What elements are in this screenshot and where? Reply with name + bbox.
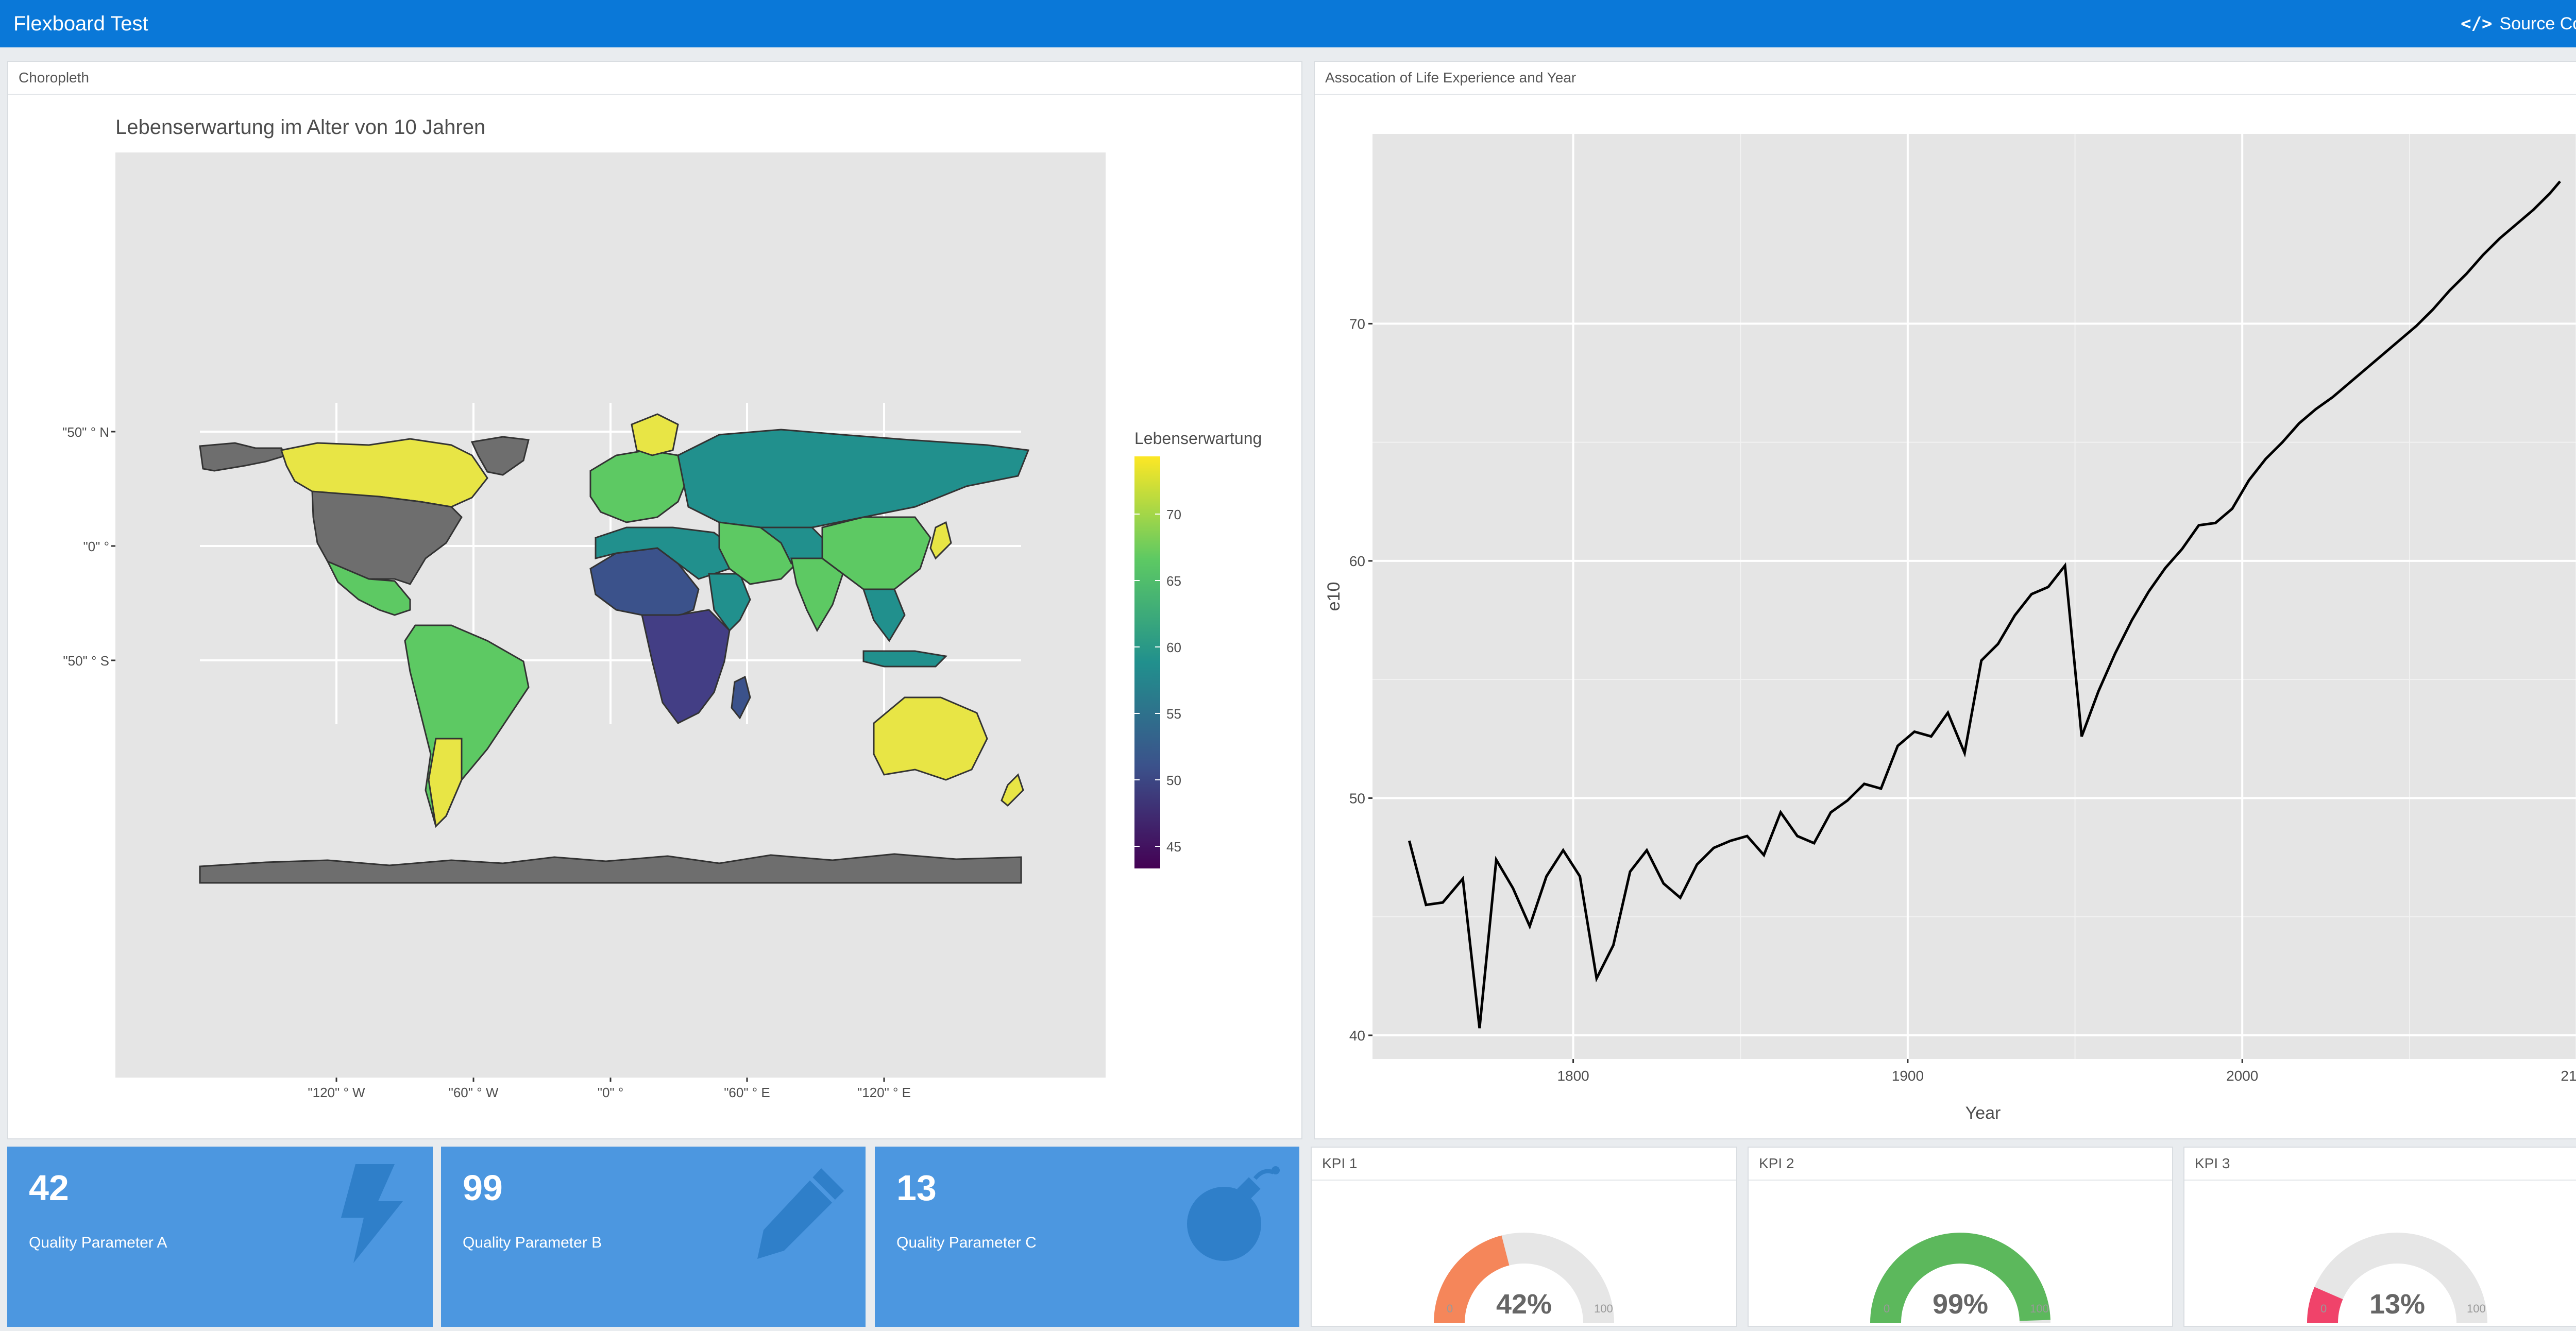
kpi-2-gauge: 99% — [1870, 1233, 2050, 1323]
x-tick-label: 2100 — [2561, 1068, 2576, 1084]
map-plot-title: Lebenserwartung im Alter von 10 Jahren — [115, 116, 485, 139]
choropleth-panel: Choropleth Lebenserwartung im Alter von … — [7, 61, 1302, 1139]
x-tick-label: 1800 — [1557, 1068, 1589, 1084]
kpi-header: KPI 1 — [1312, 1148, 1736, 1181]
legend-title: Lebenserwartung — [1134, 429, 1262, 448]
kpi-3-panel: KPI 3 13% 0 100 ✎ — [2183, 1147, 2576, 1327]
map-lon-tick: "120" ° W — [308, 1085, 365, 1100]
map-lat-tick: "50" ° S — [63, 653, 109, 669]
value-box-caption: Quality Parameter A — [29, 1234, 167, 1251]
pencil-icon — [757, 1168, 844, 1259]
kpi-2-panel: KPI 2 99% 0 100 — [1748, 1147, 2173, 1327]
gauge-min: 0 — [1884, 1302, 1890, 1315]
gauge-max: 100 — [1594, 1302, 1613, 1315]
y-tick-label: 60 — [1349, 553, 1365, 569]
map-lat-ticks: "50" ° N "0" ° "50" ° S — [62, 424, 115, 669]
bomb-icon — [1187, 1166, 1280, 1261]
map-indonesia — [862, 650, 948, 668]
gauge-value: 13% — [2369, 1289, 2425, 1320]
line-plot-area — [1372, 134, 2576, 1059]
line-chart: 1800 1900 2000 2100 40 50 60 70 Year e10 — [1324, 134, 2576, 1123]
y-axis-label: e10 — [1324, 582, 1344, 611]
value-box-value: 99 — [463, 1168, 503, 1208]
map-lat-tick: "50" ° N — [62, 424, 109, 440]
kpi-1-panel: KPI 1 42% 0 100 — [1311, 1147, 1737, 1327]
value-box-value: 42 — [29, 1168, 69, 1208]
legend-tick: 45 — [1166, 839, 1181, 855]
kpi-header: KPI 3 — [2184, 1148, 2576, 1181]
kpi-header: KPI 2 — [1749, 1148, 2172, 1181]
bolt-icon — [341, 1164, 403, 1263]
map-legend: Lebenserwartung 70 65 60 55 50 45 — [1134, 429, 1262, 868]
map-lon-tick: "60" ° W — [449, 1085, 499, 1100]
gauge-min: 0 — [2320, 1302, 2327, 1315]
y-tick-label: 70 — [1349, 316, 1365, 332]
gauge-value: 99% — [1933, 1289, 1988, 1320]
y-tick-label: 40 — [1349, 1028, 1365, 1044]
value-box-a: 42 Quality Parameter A — [7, 1147, 433, 1327]
code-icon: </> — [2461, 13, 2493, 34]
map-lon-tick: "0" ° — [598, 1085, 624, 1100]
map-lon-tick: "60" ° E — [724, 1085, 770, 1100]
legend-tick: 70 — [1166, 507, 1181, 522]
value-box-b: 99 Quality Parameter B — [441, 1147, 866, 1327]
legend-tick: 65 — [1166, 573, 1181, 589]
map-lat-tick: "0" ° — [83, 539, 109, 554]
gauge-max: 100 — [2030, 1302, 2049, 1315]
map-lon-tick: "120" ° E — [857, 1085, 911, 1100]
legend-tick: 55 — [1166, 706, 1181, 722]
y-tick-label: 50 — [1349, 790, 1365, 806]
navbar: Flexboard Test </> Source Code — [0, 0, 2576, 47]
value-box-caption: Quality Parameter B — [463, 1234, 602, 1251]
gauge-min: 0 — [1447, 1302, 1453, 1315]
legend-tick: 50 — [1166, 773, 1181, 788]
choropleth-header: Choropleth — [8, 62, 1301, 95]
gauge-max: 100 — [2467, 1302, 2486, 1315]
source-code-label: Source Code — [2499, 14, 2576, 33]
map-lon-ticks: "120" ° W "60" ° W "0" ° "60" ° E "120" … — [308, 1078, 911, 1100]
line-chart-header: Assocation of Life Experience and Year — [1315, 62, 2576, 95]
x-axis-label: Year — [1965, 1103, 2001, 1123]
value-box-value: 13 — [896, 1168, 937, 1208]
line-chart-panel: Assocation of Life Experience and Year 1… — [1314, 61, 2576, 1139]
source-code-link[interactable]: </> Source Code — [2461, 8, 2576, 39]
value-box-c: 13 Quality Parameter C — [875, 1147, 1299, 1327]
x-tick-label: 1900 — [1892, 1068, 1924, 1084]
kpi-3-gauge: 13% — [2307, 1233, 2487, 1323]
value-box-caption: Quality Parameter C — [896, 1234, 1037, 1251]
legend-tick: 60 — [1166, 640, 1181, 655]
kpi-1-gauge: 42% — [1434, 1233, 1614, 1323]
choropleth-chart: Lebenserwartung im Alter von 10 Jahren "… — [62, 116, 1262, 1100]
gauge-value: 42% — [1496, 1289, 1552, 1320]
legend-colorbar — [1134, 456, 1160, 868]
map-australia — [873, 696, 988, 781]
app-title: Flexboard Test — [13, 12, 148, 35]
x-tick-label: 2000 — [2226, 1068, 2258, 1084]
